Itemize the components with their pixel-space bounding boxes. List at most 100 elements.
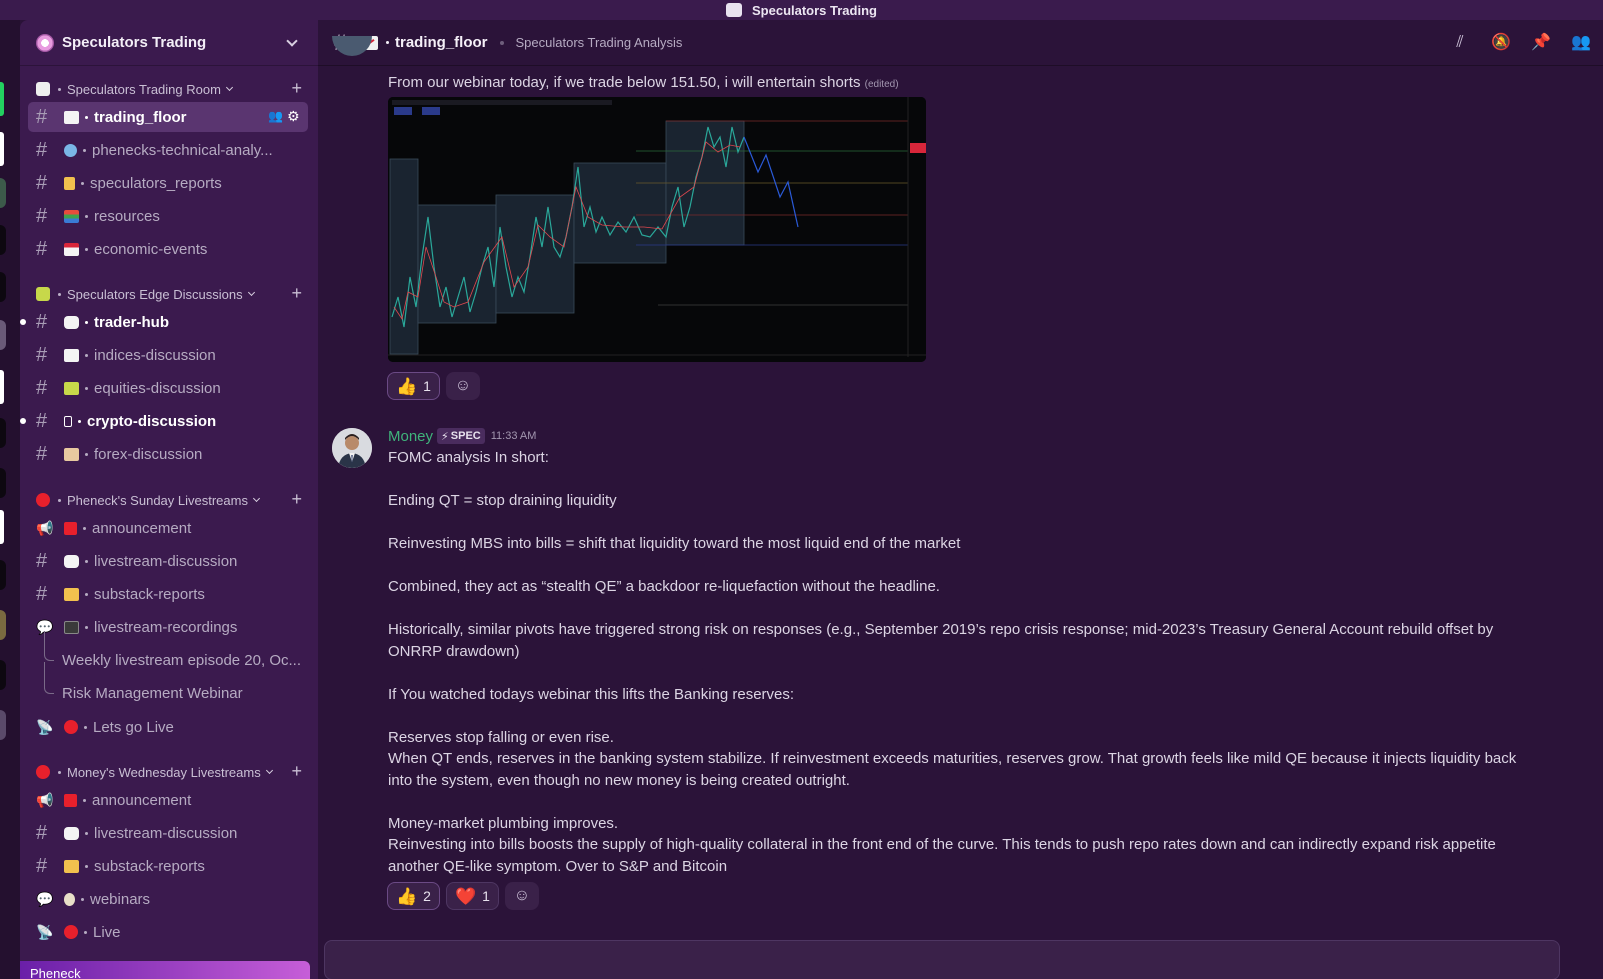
channel-economic-events[interactable]: # economic-events bbox=[28, 234, 308, 264]
avatar[interactable] bbox=[332, 428, 372, 468]
add-channel-icon[interactable]: + bbox=[291, 284, 302, 302]
thread-connector bbox=[44, 662, 54, 694]
megaphone-emoji-icon bbox=[64, 793, 77, 807]
server-icon[interactable] bbox=[0, 320, 6, 350]
channel-forex-discussion[interactable]: # forex-discussion bbox=[28, 439, 308, 469]
channel-indices-discussion[interactable]: # indices-discussion bbox=[28, 340, 308, 370]
server-header[interactable]: Speculators Trading bbox=[20, 20, 318, 66]
channel-label: crypto-discussion bbox=[87, 412, 217, 430]
channel-topic[interactable]: Speculators Trading Analysis bbox=[516, 35, 683, 50]
server-icon[interactable] bbox=[0, 178, 6, 208]
channel-webinars[interactable]: 💬 webinars bbox=[28, 884, 308, 914]
hashtag-icon: # bbox=[36, 442, 48, 465]
chevron-down-icon bbox=[286, 34, 298, 47]
message-content: FOMC analysis In short: Ending QT = stop… bbox=[388, 447, 1528, 877]
server-icon[interactable] bbox=[0, 610, 6, 640]
member-list-icon[interactable]: 👥 bbox=[1571, 34, 1591, 52]
pin-icon[interactable]: 📌 bbox=[1531, 34, 1551, 52]
thread-risk-management-webinar[interactable]: Risk Management Webinar bbox=[44, 662, 243, 708]
channel-phenecks-technical-analysis[interactable]: # phenecks-technical-analy... bbox=[28, 135, 308, 165]
hashtag-icon: # bbox=[36, 204, 48, 227]
server-indicator bbox=[0, 132, 4, 166]
server-icon[interactable] bbox=[0, 710, 6, 740]
channel-substack-reports[interactable]: # substack-reports bbox=[28, 579, 308, 609]
red-circle-icon bbox=[64, 720, 78, 734]
channel-livestream-discussion-2[interactable]: # livestream-discussion bbox=[28, 818, 308, 848]
smiley-icon: ☺ bbox=[454, 377, 472, 394]
channel-equities-discussion[interactable]: # equities-discussion bbox=[28, 373, 308, 403]
channel-announcement[interactable]: 📢 announcement bbox=[28, 513, 308, 543]
chart-image-attachment[interactable] bbox=[388, 97, 926, 362]
server-indicator bbox=[0, 82, 4, 116]
channel-trader-hub[interactable]: # trader-hub bbox=[20, 307, 308, 337]
reaction-thumbs-up[interactable]: 👍 1 bbox=[387, 372, 440, 400]
category-phenecks-sunday-livestreams[interactable]: Pheneck's Sunday Livestreams + bbox=[36, 489, 306, 511]
user-panel[interactable]: Pheneck bbox=[20, 961, 310, 979]
invite-icon[interactable]: 👥 bbox=[268, 110, 283, 123]
separator-dot bbox=[85, 452, 88, 456]
author-name[interactable]: Money bbox=[388, 428, 433, 445]
separator-dot bbox=[58, 292, 61, 296]
server-icon[interactable] bbox=[0, 225, 6, 255]
thread-weekly-livestream[interactable]: Weekly livestream episode 20, Oc... bbox=[44, 631, 301, 675]
gear-icon[interactable]: ⚙ bbox=[287, 109, 300, 123]
reaction-thumbs-up[interactable]: 👍 2 bbox=[387, 882, 440, 910]
add-channel-icon[interactable]: + bbox=[291, 762, 302, 780]
message-paragraph: If You watched todays webinar this lifts… bbox=[388, 685, 795, 703]
message-input[interactable] bbox=[324, 940, 1560, 979]
separator-dot bbox=[81, 897, 84, 901]
server-icon[interactable] bbox=[0, 468, 6, 498]
thread-label: Risk Management Webinar bbox=[62, 684, 243, 702]
message-paragraph: Reinvesting MBS into bills = shift that … bbox=[388, 535, 961, 552]
hashtag-icon: # bbox=[36, 582, 48, 605]
separator-dot bbox=[85, 831, 88, 835]
channel-substack-reports-2[interactable]: # substack-reports bbox=[28, 851, 308, 881]
message-content: From our webinar today, if we trade belo… bbox=[388, 72, 1568, 96]
channel-crypto-discussion[interactable]: # crypto-discussion bbox=[20, 406, 308, 436]
add-reaction-button[interactable]: ☺ bbox=[445, 372, 480, 400]
server-icon[interactable] bbox=[0, 660, 6, 690]
chevron-down-icon bbox=[252, 494, 261, 503]
announcement-channel-icon: 📢 bbox=[36, 519, 54, 536]
reaction-heart[interactable]: ❤️ 1 bbox=[445, 882, 499, 910]
separator-dot bbox=[85, 320, 88, 324]
channel-label: announcement bbox=[92, 519, 192, 537]
server-name: Speculators Trading bbox=[62, 34, 207, 51]
message-paragraph: Ending QT = stop draining liquidity bbox=[388, 492, 617, 509]
category-label: Speculators Edge Discussions bbox=[67, 286, 243, 302]
speech-bubble-emoji-icon bbox=[64, 315, 79, 329]
role-tag[interactable]: ⚡ SPEC bbox=[437, 428, 485, 444]
channel-livestream-recordings[interactable]: 💬 livestream-recordings bbox=[28, 612, 308, 642]
channel-lets-go-live[interactable]: 📡 Lets go Live bbox=[28, 712, 308, 742]
separator-dot bbox=[85, 559, 88, 563]
hashtag-icon: # bbox=[36, 310, 48, 333]
channel-label: livestream-recordings bbox=[94, 618, 238, 636]
category-speculators-edge-discussions[interactable]: Speculators Edge Discussions + bbox=[36, 283, 306, 305]
category-moneys-wednesday-livestreams[interactable]: Money's Wednesday Livestreams + bbox=[36, 761, 306, 783]
notification-bell-muted-icon[interactable]: 🔕 bbox=[1491, 34, 1511, 52]
books-emoji-icon bbox=[64, 209, 79, 223]
channel-resources[interactable]: # resources bbox=[28, 201, 308, 231]
category-speculators-trading-room[interactable]: Speculators Trading Room + bbox=[36, 78, 306, 100]
channel-trading-floor[interactable]: # trading_floor 👥 ⚙ bbox=[28, 102, 308, 132]
add-reaction-button[interactable]: ☺ bbox=[504, 882, 539, 910]
hashtag-icon: # bbox=[36, 549, 48, 572]
channel-speculators-reports[interactable]: # speculators_reports bbox=[28, 168, 308, 198]
channel-announcement-2[interactable]: 📢 announcement bbox=[28, 785, 308, 815]
channel-live[interactable]: 📡 Live bbox=[28, 917, 308, 947]
chart-emoji-icon bbox=[36, 82, 50, 96]
lightning-icon: ⚡ bbox=[441, 430, 449, 443]
server-list bbox=[0, 20, 20, 979]
add-channel-icon[interactable]: + bbox=[291, 490, 302, 508]
unread-indicator bbox=[20, 418, 26, 424]
megaphone-emoji-icon bbox=[64, 521, 77, 535]
add-channel-icon[interactable]: + bbox=[291, 79, 302, 97]
message-paragraph: Combined, they act as “stealth QE” a bac… bbox=[388, 578, 940, 595]
chevron-down-icon bbox=[265, 766, 273, 775]
server-icon[interactable] bbox=[0, 560, 6, 590]
threads-icon[interactable]: ⫽ bbox=[1451, 34, 1469, 52]
channel-livestream-discussion[interactable]: # livestream-discussion bbox=[28, 546, 308, 576]
server-icon[interactable] bbox=[0, 418, 6, 448]
reaction-bar: 👍 1 ☺ bbox=[387, 372, 480, 400]
server-icon[interactable] bbox=[0, 272, 6, 302]
